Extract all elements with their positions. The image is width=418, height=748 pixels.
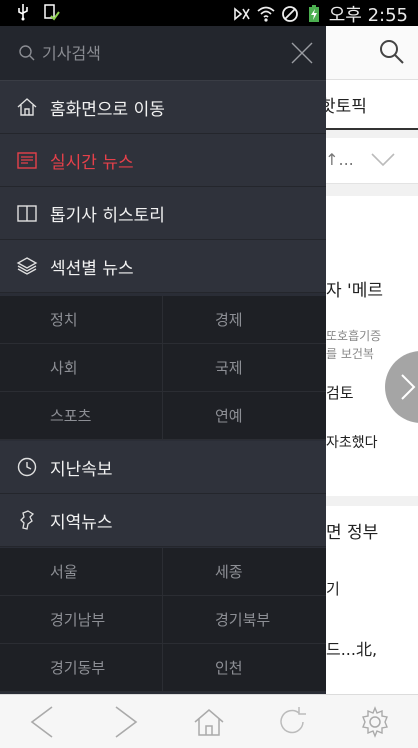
browser-bottom-bar xyxy=(0,694,418,748)
section-row: 사회 국제 xyxy=(0,344,326,392)
usb-icon xyxy=(18,4,28,21)
tab-hot-topic[interactable]: 핫토픽 xyxy=(320,80,418,130)
region-row: 경기남부 경기북부 xyxy=(0,596,326,644)
drawer-search-bar xyxy=(0,26,326,81)
home-icon[interactable] xyxy=(192,705,226,739)
article-title: 자 '메르 xyxy=(326,281,383,301)
settings-icon[interactable] xyxy=(358,705,392,739)
section-sports[interactable]: 스포츠 xyxy=(0,392,163,439)
section-entertainment[interactable]: 연예 xyxy=(163,392,326,439)
forward-icon[interactable] xyxy=(108,705,142,739)
article-text: 드...北, xyxy=(326,640,378,659)
menu-item-label: 지난속보 xyxy=(50,459,113,480)
article-text: 자초했다 xyxy=(326,435,378,451)
region-seoul[interactable]: 서울 xyxy=(0,548,163,595)
mute-icon xyxy=(233,7,250,21)
block-icon xyxy=(281,6,298,22)
menu-item-label: 홈화면으로 이동 xyxy=(50,99,165,120)
region-gyeonggi-east[interactable]: 경기동부 xyxy=(0,644,163,691)
region-gyeonggi-south[interactable]: 경기남부 xyxy=(0,596,163,643)
status-bar: 오후 2:55 xyxy=(0,0,418,26)
menu-item-label: 톱기사 히스토리 xyxy=(50,205,165,226)
menu-item-realtime-news[interactable]: 실시간 뉴스 xyxy=(0,134,326,187)
search-icon xyxy=(19,45,35,61)
article-text: 검토 xyxy=(326,384,354,402)
clock-icon xyxy=(17,457,37,477)
status-time: 오후 2:55 xyxy=(328,5,408,26)
region-grid: 서울 세종 경기남부 경기북부 경기동부 인천 xyxy=(0,548,326,692)
article-title: 면 정부 xyxy=(326,523,379,543)
map-korea-icon xyxy=(20,510,35,530)
layers-icon xyxy=(16,257,38,275)
menu-item-label: 실시간 뉴스 xyxy=(50,152,134,173)
menu-item-top-history[interactable]: 톱기사 히스토리 xyxy=(0,187,326,240)
chevron-right-icon xyxy=(401,374,416,400)
article-text: 기 xyxy=(326,580,340,598)
close-icon[interactable] xyxy=(290,41,314,65)
section-grid: 정치 경제 사회 국제 스포츠 연예 xyxy=(0,296,326,440)
article-summary: 또호흡기증 xyxy=(326,329,382,343)
battery-charging-icon xyxy=(308,5,319,22)
refresh-icon[interactable] xyxy=(275,705,309,739)
book-icon xyxy=(17,205,37,222)
wifi-icon xyxy=(257,6,275,22)
category-select[interactable]: ·↑... xyxy=(320,138,418,184)
search-icon[interactable] xyxy=(378,38,406,66)
region-sejong[interactable]: 세종 xyxy=(163,548,326,595)
section-international[interactable]: 국제 xyxy=(163,344,326,391)
region-gyeonggi-north[interactable]: 경기북부 xyxy=(163,596,326,643)
chevron-down-icon xyxy=(371,153,395,167)
article-summary: 를 보건복 xyxy=(326,347,374,361)
section-row: 스포츠 연예 xyxy=(0,392,326,440)
menu-item-label: 지역뉴스 xyxy=(50,512,113,533)
download-done-icon xyxy=(44,4,60,21)
menu-item-section-news[interactable]: 섹션별 뉴스 xyxy=(0,240,326,293)
back-icon[interactable] xyxy=(26,705,60,739)
section-row: 정치 경제 xyxy=(0,296,326,344)
section-society[interactable]: 사회 xyxy=(0,344,163,391)
region-incheon[interactable]: 인천 xyxy=(163,644,326,691)
menu-item-label: 섹션별 뉴스 xyxy=(50,258,134,279)
section-politics[interactable]: 정치 xyxy=(0,296,163,343)
article-search-input[interactable] xyxy=(42,40,262,66)
menu-item-home[interactable]: 홈화면으로 이동 xyxy=(0,81,326,134)
news-realtime-icon xyxy=(17,152,37,169)
home-icon xyxy=(17,98,37,116)
menu-item-local-news[interactable]: 지역뉴스 xyxy=(0,494,326,547)
region-row: 경기동부 인천 xyxy=(0,644,326,692)
navigation-drawer: 홈화면으로 이동 실시간 뉴스 톱기사 히스토리 섹션별 뉴스 정치 경제 사회… xyxy=(0,26,326,694)
section-economy[interactable]: 경제 xyxy=(163,296,326,343)
region-row: 서울 세종 xyxy=(0,548,326,596)
menu-item-past-breaking[interactable]: 지난속보 xyxy=(0,441,326,494)
